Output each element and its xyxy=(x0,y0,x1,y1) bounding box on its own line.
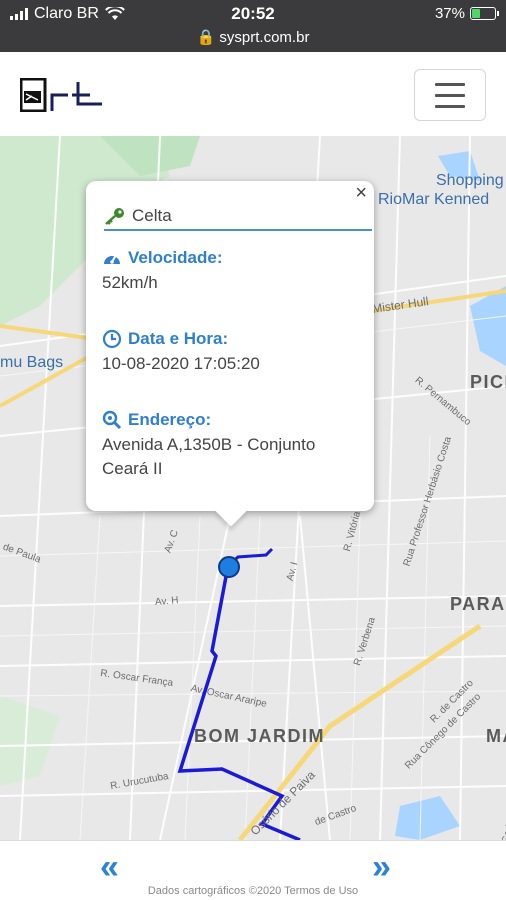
battery-percent: 37% xyxy=(434,5,465,22)
battery-status: 37% xyxy=(434,5,499,22)
address-bar[interactable]: 🔒 sysprt.com.br xyxy=(0,28,506,46)
map-credits: Dados cartográficos ©2020 Termos de Uso xyxy=(147,885,359,897)
poi-riomar-label: RioMar Kenned xyxy=(378,191,490,208)
datetime-value: 10-08-2020 17:05:20 xyxy=(102,354,260,373)
battery-icon xyxy=(470,7,499,20)
vehicle-info-popup: × Celta Velocidade: 52km/h Data e Hora: … xyxy=(86,181,374,527)
speed-value: 52km/h xyxy=(102,273,158,292)
popup-close-button[interactable]: × xyxy=(355,183,367,203)
map-view[interactable]: Shopping RioMar Kenned Mister Hull mu Ba… xyxy=(0,136,506,840)
district-label: PARA xyxy=(450,594,506,614)
previous-button[interactable]: « xyxy=(100,847,119,887)
district-label: BOM JARDIM xyxy=(194,726,325,746)
speedometer-icon xyxy=(104,254,120,264)
url-text: sysprt.com.br xyxy=(219,29,310,46)
key-icon xyxy=(105,208,124,225)
clock: 20:52 xyxy=(231,4,275,23)
district-label: MA xyxy=(486,726,506,746)
footer-bar: « » Dados cartográficos ©2020 Termos de … xyxy=(0,840,506,900)
clock-icon xyxy=(102,329,122,349)
street-label: Av. H xyxy=(154,594,179,609)
poi-mu-bags-label: mu Bags xyxy=(0,354,64,371)
vehicle-marker[interactable] xyxy=(218,556,240,578)
popup-header: Celta xyxy=(104,203,372,231)
next-button[interactable]: » xyxy=(372,847,391,887)
poi-shopping-label: Shopping xyxy=(436,172,504,189)
speed-title: Velocidade: xyxy=(102,248,222,268)
hamburger-icon xyxy=(435,82,465,86)
search-location-icon xyxy=(102,410,122,430)
lock-icon: 🔒 xyxy=(196,29,216,46)
menu-toggle-button[interactable] xyxy=(414,69,486,121)
status-bar: Claro BR 20:52 37% 🔒 sysprt.com.br xyxy=(0,0,506,52)
brand-logo[interactable] xyxy=(20,78,104,112)
datetime-title: Data e Hora: xyxy=(102,329,228,349)
navbar xyxy=(0,52,506,136)
address-title: Endereço: xyxy=(102,410,211,430)
address-value: Avenida A,1350B - Conjunto Ceará II xyxy=(102,435,316,478)
vehicle-name: Celta xyxy=(132,206,172,225)
district-label: PICI xyxy=(470,372,506,392)
